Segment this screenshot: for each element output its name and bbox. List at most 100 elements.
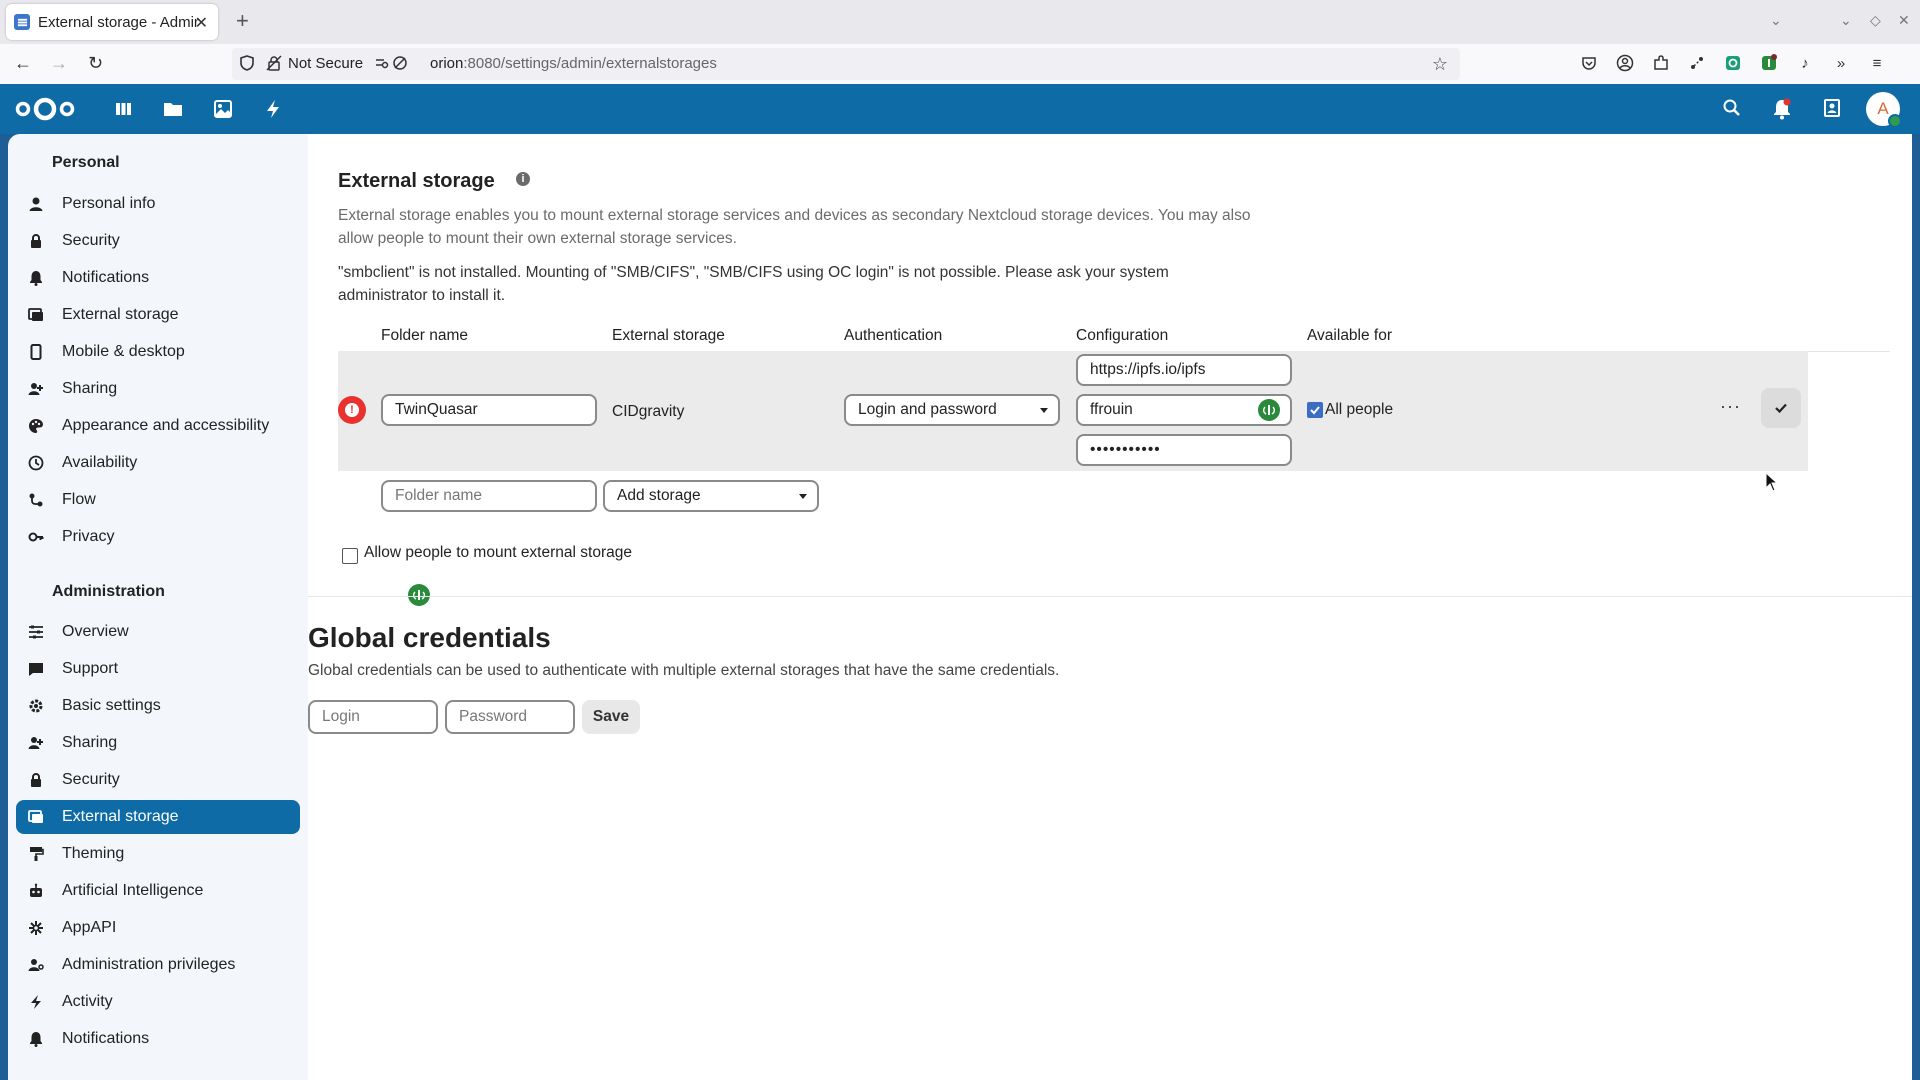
sidebar-item-notifications[interactable]: Notifications (16, 261, 300, 295)
music-note-icon[interactable]: ♪ (1796, 54, 1814, 72)
dashboard-icon[interactable] (112, 98, 134, 120)
nextcloud-logo-icon[interactable] (14, 94, 76, 129)
insecure-lock-icon[interactable] (266, 55, 282, 76)
forward-icon[interactable]: → (50, 53, 68, 74)
permissions-icon[interactable] (374, 55, 410, 76)
notifications-bell-icon[interactable] (1772, 98, 1792, 125)
sidebar-item-label: Privacy (62, 528, 115, 545)
sidebar-item-personal-info[interactable]: Personal info (16, 187, 300, 221)
sidebar-item-label: Administration privileges (62, 956, 236, 973)
all-people-checkbox[interactable] (1307, 402, 1323, 418)
support-icon (28, 661, 44, 677)
sidebar-item-admin-sharing[interactable]: Sharing (16, 726, 300, 760)
screenshot-extension-icon[interactable] (1688, 54, 1706, 72)
sidebar-item-label: Security (62, 232, 120, 249)
authentication-select-value: Login and password (858, 401, 997, 418)
more-tools-icon[interactable]: » (1832, 54, 1850, 72)
mount-error-status-icon[interactable]: ! (338, 396, 366, 424)
sidebar-item-overview[interactable]: Overview (16, 615, 300, 649)
sidebar-item-support[interactable]: Support (16, 652, 300, 686)
minimize-icon[interactable]: ⌄ (1840, 12, 1852, 29)
sidebar-item-appearance[interactable]: Appearance and accessibility (16, 409, 300, 443)
main-content: External storage i External storage enab… (308, 134, 1912, 1080)
new-tab-icon[interactable]: + (236, 8, 249, 34)
sidebar-item-basic-settings[interactable]: Basic settings (16, 689, 300, 723)
allow-user-mount-checkbox[interactable] (342, 548, 358, 564)
new-folder-name-input[interactable]: Folder name (381, 480, 597, 512)
sidebar-item-label: Artificial Intelligence (62, 882, 204, 899)
save-global-credentials-button[interactable]: Save (582, 700, 640, 734)
account-icon[interactable] (1616, 54, 1634, 72)
activity-icon[interactable] (262, 98, 284, 120)
sidebar-item-label: Sharing (62, 380, 118, 397)
available-for-label: All people (1325, 401, 1394, 418)
sidebar-item-activity[interactable]: Activity (16, 985, 300, 1019)
sidebar-item-sharing[interactable]: Sharing (16, 372, 300, 406)
bell-icon (28, 270, 44, 286)
password-manager-extension-icon[interactable] (1760, 54, 1778, 72)
sidebar-item-label: Sharing (62, 734, 118, 751)
password-manager-icon[interactable] (1258, 399, 1280, 421)
sidebar-item-mobile-desktop[interactable]: Mobile & desktop (16, 335, 300, 369)
column-header-available-for: Available for (1307, 327, 1393, 344)
sidebar-item-flow[interactable]: Flow (16, 483, 300, 517)
lightning-icon (28, 994, 44, 1010)
back-icon[interactable]: ← (14, 53, 32, 74)
external-storage-icon (28, 809, 44, 825)
photos-icon[interactable] (212, 98, 234, 120)
lock-icon (28, 772, 44, 788)
browser-tab[interactable]: External storage - Administ ✕ (6, 4, 218, 40)
sidebar-item-admin-external-storage[interactable]: External storage (16, 800, 300, 834)
more-actions-icon[interactable]: ··· (1720, 396, 1741, 417)
mount-folder-name-input[interactable]: TwinQuasar (381, 394, 597, 426)
mount-backend-label: CIDgravity (612, 403, 685, 420)
settings-sidebar: Personal Personal info Security Notifica… (8, 134, 308, 1080)
global-credentials-description: Global credentials can be used to authen… (308, 662, 1060, 679)
sidebar-item-label: Support (62, 660, 119, 677)
menu-icon[interactable]: ≡ (1868, 54, 1886, 72)
sidebar-item-availability[interactable]: Availability (16, 446, 300, 480)
save-mount-button[interactable] (1761, 388, 1801, 428)
allow-user-mount-label: Allow people to mount external storage (364, 544, 632, 561)
sidebar-item-admin-security[interactable]: Security (16, 763, 300, 797)
info-icon[interactable]: i (516, 172, 530, 186)
tracking-protection-icon[interactable] (240, 55, 254, 76)
sidebar-item-admin-notifications[interactable]: Notifications (16, 1022, 300, 1056)
avatar-letter: A (1877, 99, 1889, 118)
close-tab-icon[interactable]: ✕ (195, 13, 208, 33)
green-extension-icon[interactable] (1724, 54, 1742, 72)
authentication-select[interactable]: Login and password (844, 394, 1060, 426)
sidebar-item-appapi[interactable]: AppAPI (16, 911, 300, 945)
sidebar-item-label: External storage (62, 808, 179, 825)
bookmark-star-icon[interactable]: ☆ (1432, 54, 1448, 75)
close-window-icon[interactable]: ✕ (1898, 12, 1910, 29)
sidebar-item-external-storage[interactable]: External storage (16, 298, 300, 332)
sidebar-item-label: Availability (62, 454, 138, 471)
config-url-input[interactable]: https://ipfs.io/ipfs (1076, 354, 1292, 386)
add-storage-select[interactable]: Add storage (603, 480, 819, 512)
sidebar-item-privacy[interactable]: Privacy (16, 520, 300, 554)
user-avatar[interactable]: A (1866, 92, 1902, 128)
global-login-input[interactable]: Login (308, 700, 438, 734)
list-tabs-icon[interactable]: ⌄ (1770, 12, 1782, 29)
extensions-icon[interactable] (1652, 54, 1670, 72)
password-manager-icon[interactable] (408, 584, 430, 606)
config-password-input[interactable]: ••••••••••• (1076, 434, 1292, 466)
sidebar-item-security[interactable]: Security (16, 224, 300, 258)
sidebar-item-theming[interactable]: Theming (16, 837, 300, 871)
url-text[interactable]: orion:8080/settings/admin/externalstorag… (430, 55, 717, 72)
sidebar-item-administration-privileges[interactable]: Administration privileges (16, 948, 300, 982)
reload-icon[interactable]: ↻ (88, 53, 103, 74)
global-password-input[interactable]: Password (445, 700, 575, 734)
maximize-icon[interactable]: ◇ (1870, 12, 1881, 29)
sidebar-item-artificial-intelligence[interactable]: Artificial Intelligence (16, 874, 300, 908)
url-bar[interactable]: Not Secure orion:8080/settings/admin/ext… (232, 48, 1460, 80)
files-icon[interactable] (162, 98, 184, 120)
contacts-icon[interactable] (1822, 98, 1842, 123)
sidebar-item-label: Mobile & desktop (62, 343, 185, 360)
share-icon (28, 735, 44, 751)
pocket-icon[interactable] (1580, 54, 1598, 72)
check-icon (1775, 403, 1787, 414)
search-icon[interactable] (1722, 98, 1742, 123)
external-storage-icon (28, 307, 44, 323)
